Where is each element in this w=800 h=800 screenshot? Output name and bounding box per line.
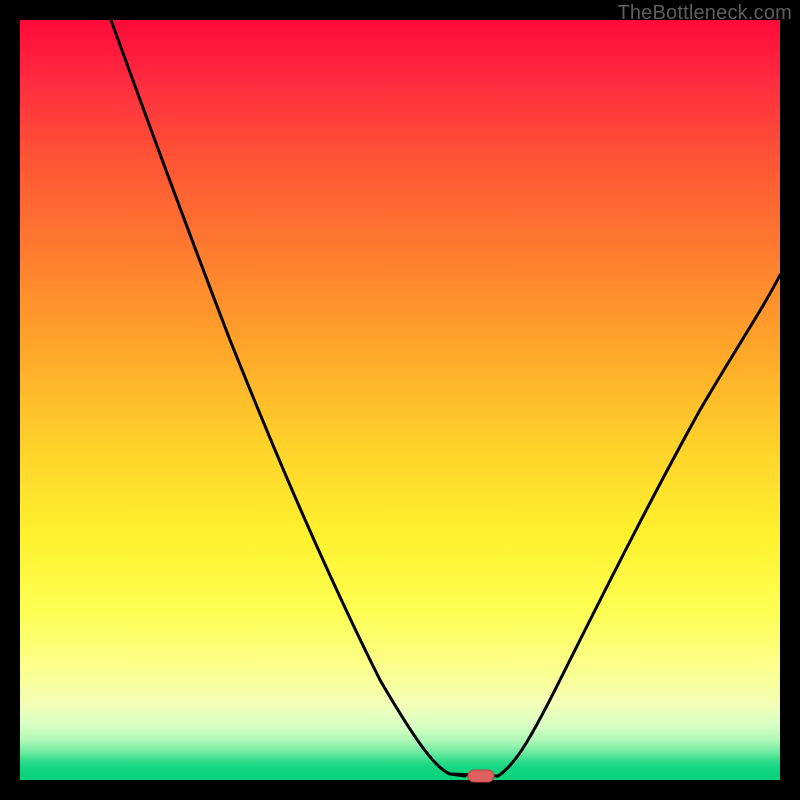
plot-area <box>20 20 780 780</box>
bottleneck-curve <box>20 20 780 780</box>
curve-left-branch <box>111 20 465 776</box>
min-marker <box>468 770 494 782</box>
chart-frame: TheBottleneck.com <box>0 0 800 800</box>
watermark-text: TheBottleneck.com <box>617 2 792 25</box>
curve-right-branch <box>498 275 780 776</box>
